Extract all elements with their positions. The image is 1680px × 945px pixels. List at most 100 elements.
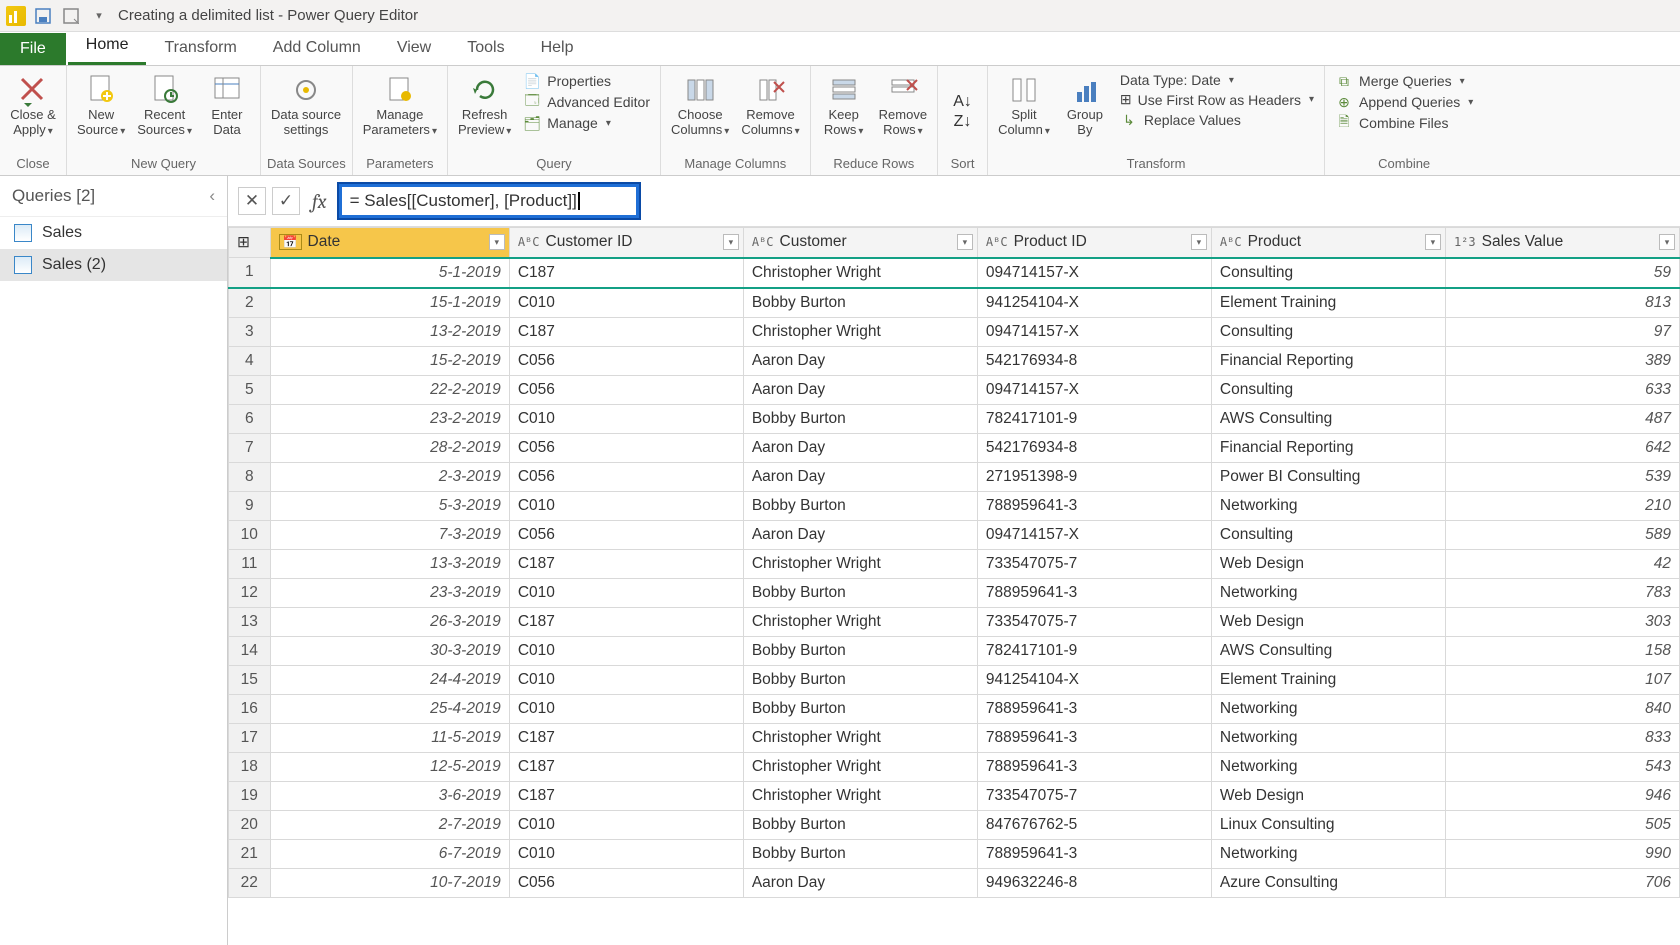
- qat-more-icon[interactable]: ▾: [90, 7, 108, 25]
- keep-rows-button[interactable]: Keep Rows: [817, 70, 871, 140]
- cell-product[interactable]: Linux Consulting: [1211, 810, 1445, 839]
- row-number[interactable]: 9: [229, 491, 271, 520]
- tab-tools[interactable]: Tools: [449, 31, 522, 65]
- cell-date[interactable]: 24-4-2019: [270, 665, 509, 694]
- tab-file[interactable]: File: [0, 33, 66, 65]
- cell-customer[interactable]: Christopher Wright: [743, 723, 977, 752]
- sort-asc-button[interactable]: A↓: [953, 93, 972, 111]
- cell-sales-value[interactable]: 990: [1445, 839, 1679, 868]
- cell-date[interactable]: 3-6-2019: [270, 781, 509, 810]
- cell-sales-value[interactable]: 389: [1445, 346, 1679, 375]
- cell-product-id[interactable]: 788959641-3: [977, 752, 1211, 781]
- cell-customer[interactable]: Bobby Burton: [743, 578, 977, 607]
- cell-date[interactable]: 13-3-2019: [270, 549, 509, 578]
- row-number[interactable]: 3: [229, 317, 271, 346]
- tab-view[interactable]: View: [379, 31, 449, 65]
- cell-sales-value[interactable]: 706: [1445, 868, 1679, 897]
- column-header[interactable]: 📅Date▾: [270, 228, 509, 258]
- row-number[interactable]: 1: [229, 258, 271, 288]
- cell-product[interactable]: Web Design: [1211, 549, 1445, 578]
- cell-product[interactable]: Networking: [1211, 491, 1445, 520]
- cell-product-id[interactable]: 949632246-8: [977, 868, 1211, 897]
- enter-data-button[interactable]: Enter Data: [200, 70, 254, 140]
- cell-date[interactable]: 11-5-2019: [270, 723, 509, 752]
- row-number[interactable]: 18: [229, 752, 271, 781]
- cell-product-id[interactable]: 788959641-3: [977, 723, 1211, 752]
- cell-customer[interactable]: Bobby Burton: [743, 491, 977, 520]
- table-row[interactable]: 522-2-2019C056Aaron Day094714157-XConsul…: [229, 375, 1680, 404]
- row-number[interactable]: 15: [229, 665, 271, 694]
- combine-files-button[interactable]: 🗎Combine Files: [1335, 114, 1473, 132]
- data-source-settings-button[interactable]: Data source settings: [267, 70, 345, 140]
- row-number[interactable]: 17: [229, 723, 271, 752]
- cell-customer-id[interactable]: C010: [509, 810, 743, 839]
- cell-customer-id[interactable]: C010: [509, 839, 743, 868]
- cell-customer-id[interactable]: C010: [509, 404, 743, 433]
- cell-customer[interactable]: Aaron Day: [743, 868, 977, 897]
- cell-customer[interactable]: Bobby Burton: [743, 404, 977, 433]
- row-number[interactable]: 4: [229, 346, 271, 375]
- remove-columns-button[interactable]: Remove Columns: [737, 70, 803, 140]
- table-row[interactable]: 1625-4-2019C010Bobby Burton788959641-3Ne…: [229, 694, 1680, 723]
- row-number[interactable]: 19: [229, 781, 271, 810]
- manage-parameters-button[interactable]: Manage Parameters: [359, 70, 441, 140]
- table-row[interactable]: 1113-3-2019C187Christopher Wright7335470…: [229, 549, 1680, 578]
- cell-customer[interactable]: Christopher Wright: [743, 752, 977, 781]
- table-row[interactable]: 415-2-2019C056Aaron Day542176934-8Financ…: [229, 346, 1680, 375]
- cell-sales-value[interactable]: 107: [1445, 665, 1679, 694]
- column-header[interactable]: 1²3Sales Value▾: [1445, 228, 1679, 258]
- cell-customer-id[interactable]: C010: [509, 578, 743, 607]
- cell-product-id[interactable]: 941254104-X: [977, 288, 1211, 318]
- recent-sources-button[interactable]: Recent Sources: [133, 70, 196, 140]
- cell-customer[interactable]: Aaron Day: [743, 462, 977, 491]
- cell-sales-value[interactable]: 59: [1445, 258, 1679, 288]
- tab-transform[interactable]: Transform: [146, 31, 254, 65]
- cell-customer[interactable]: Aaron Day: [743, 520, 977, 549]
- cell-date[interactable]: 15-2-2019: [270, 346, 509, 375]
- cell-date[interactable]: 2-3-2019: [270, 462, 509, 491]
- data-grid[interactable]: ⊞ 📅Date▾AᴮCCustomer ID▾AᴮCCustomer▾AᴮCPr…: [228, 227, 1680, 945]
- save-as-icon[interactable]: [62, 7, 80, 25]
- replace-values-button[interactable]: ↳Replace Values: [1120, 111, 1314, 129]
- row-number[interactable]: 5: [229, 375, 271, 404]
- cell-customer-id[interactable]: C056: [509, 462, 743, 491]
- table-row[interactable]: 202-7-2019C010Bobby Burton847676762-5Lin…: [229, 810, 1680, 839]
- cell-product[interactable]: Web Design: [1211, 607, 1445, 636]
- cell-product-id[interactable]: 542176934-8: [977, 346, 1211, 375]
- cell-product-id[interactable]: 788959641-3: [977, 839, 1211, 868]
- row-number[interactable]: 13: [229, 607, 271, 636]
- table-row[interactable]: 216-7-2019C010Bobby Burton788959641-3Net…: [229, 839, 1680, 868]
- table-row[interactable]: 1223-3-2019C010Bobby Burton788959641-3Ne…: [229, 578, 1680, 607]
- row-number[interactable]: 8: [229, 462, 271, 491]
- row-number[interactable]: 7: [229, 433, 271, 462]
- table-row[interactable]: 95-3-2019C010Bobby Burton788959641-3Netw…: [229, 491, 1680, 520]
- column-header[interactable]: AᴮCProduct ID▾: [977, 228, 1211, 258]
- cell-sales-value[interactable]: 539: [1445, 462, 1679, 491]
- cell-customer[interactable]: Christopher Wright: [743, 317, 977, 346]
- tab-help[interactable]: Help: [523, 31, 592, 65]
- cell-customer-id[interactable]: C187: [509, 781, 743, 810]
- cell-product-id[interactable]: 733547075-7: [977, 549, 1211, 578]
- cell-product[interactable]: Element Training: [1211, 288, 1445, 318]
- cell-product-id[interactable]: 782417101-9: [977, 636, 1211, 665]
- cell-product-id[interactable]: 847676762-5: [977, 810, 1211, 839]
- data-type-button[interactable]: Data Type: Date: [1120, 72, 1314, 88]
- table-row[interactable]: 1524-4-2019C010Bobby Burton941254104-XEl…: [229, 665, 1680, 694]
- cell-product[interactable]: Consulting: [1211, 317, 1445, 346]
- query-item[interactable]: Sales (2): [0, 249, 227, 281]
- cell-customer-id[interactable]: C187: [509, 258, 743, 288]
- table-row[interactable]: 1430-3-2019C010Bobby Burton782417101-9AW…: [229, 636, 1680, 665]
- query-item[interactable]: Sales: [0, 217, 227, 249]
- choose-columns-button[interactable]: Choose Columns: [667, 70, 733, 140]
- cell-sales-value[interactable]: 505: [1445, 810, 1679, 839]
- cell-customer[interactable]: Bobby Burton: [743, 288, 977, 318]
- cell-customer-id[interactable]: C010: [509, 665, 743, 694]
- close-apply-button[interactable]: Close & Apply: [6, 70, 60, 140]
- cell-sales-value[interactable]: 589: [1445, 520, 1679, 549]
- cell-sales-value[interactable]: 946: [1445, 781, 1679, 810]
- cell-customer[interactable]: Christopher Wright: [743, 549, 977, 578]
- cell-product-id[interactable]: 788959641-3: [977, 491, 1211, 520]
- cell-date[interactable]: 23-3-2019: [270, 578, 509, 607]
- split-column-button[interactable]: Split Column: [994, 70, 1054, 140]
- row-number[interactable]: 6: [229, 404, 271, 433]
